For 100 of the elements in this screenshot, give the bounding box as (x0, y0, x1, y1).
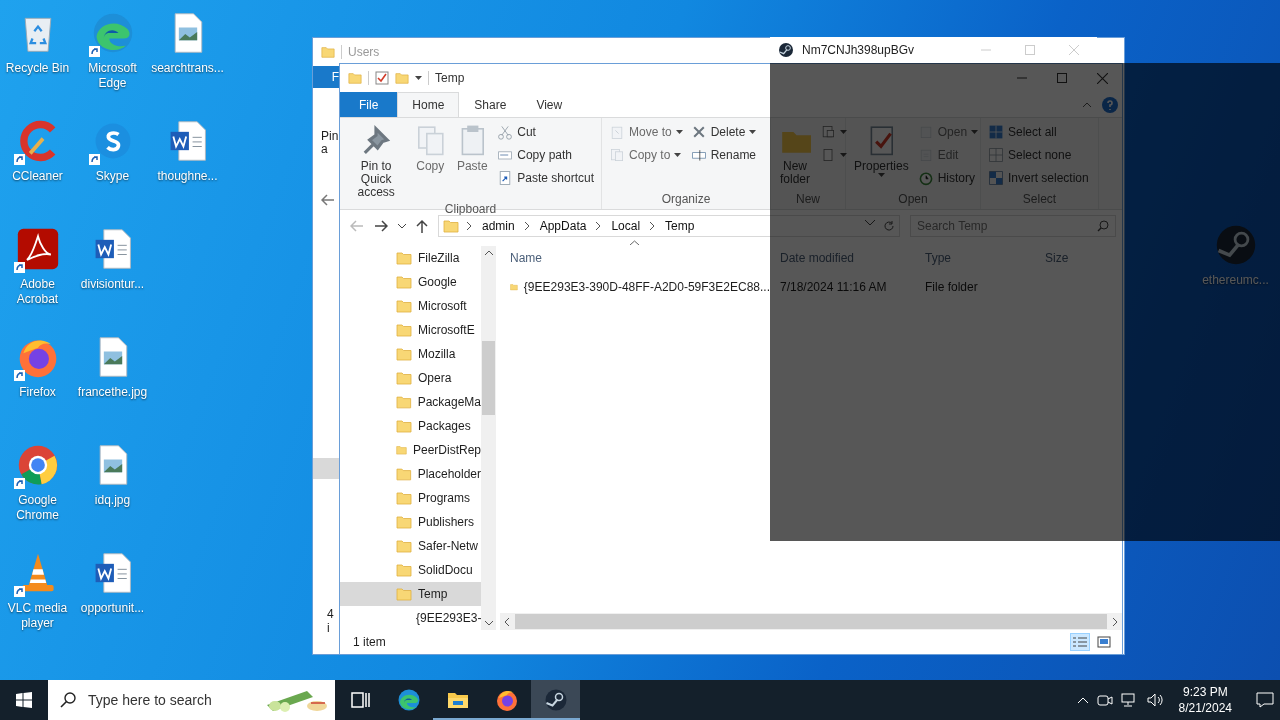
scroll-down-icon[interactable] (484, 621, 493, 626)
nav-tree-item[interactable]: Opera (340, 366, 481, 390)
nav-tree-item[interactable]: Packages (340, 414, 481, 438)
nav-tree-item[interactable]: PackageMa (340, 390, 481, 414)
window-title: Users (348, 45, 380, 59)
folder-icon (396, 274, 412, 290)
ribbon-button[interactable]: Paste shortcut (494, 167, 597, 189)
breadcrumb[interactable]: AppData (537, 219, 589, 233)
group-label: Organize (660, 192, 712, 208)
folder-icon (396, 394, 412, 410)
ribbon-button[interactable]: Cut (494, 121, 597, 143)
scroll-up-icon[interactable] (484, 250, 493, 255)
nav-tree-item[interactable]: FileZilla (340, 246, 481, 270)
nav-tree-item[interactable]: Publishers (340, 510, 481, 534)
caret-icon (840, 130, 847, 134)
nav-tree-item[interactable]: Microsoft (340, 294, 481, 318)
folder-icon (396, 514, 412, 530)
scroll-right-icon[interactable] (1113, 617, 1118, 626)
collapse-icon[interactable] (1082, 101, 1092, 108)
caret-icon (749, 130, 757, 134)
ribbon-tab[interactable]: View (521, 92, 578, 117)
breadcrumb[interactable]: admin (480, 219, 517, 233)
nav-tree-item[interactable]: Safer-Netw (340, 534, 481, 558)
copy-to-icon (609, 147, 625, 163)
maximize-icon[interactable] (1057, 73, 1067, 83)
invert-selection-icon (988, 170, 1004, 186)
page-icon (820, 147, 836, 163)
ribbon-button[interactable]: Rename (687, 144, 760, 166)
chevron-down-icon[interactable] (398, 223, 406, 229)
windows-start-icon[interactable] (16, 692, 32, 708)
new-item-icon (820, 124, 836, 140)
breadcrumb[interactable]: Local (609, 219, 643, 233)
clock[interactable]: 9:23 PM 8/21/2024 (1172, 684, 1238, 716)
forward-arrow-icon[interactable] (374, 220, 388, 232)
caret-icon (877, 173, 885, 177)
nav-tree-item[interactable]: SolidDocu (340, 558, 481, 582)
nav-tree-item[interactable]: Programs (340, 486, 481, 510)
breadcrumb[interactable]: Temp (663, 219, 697, 233)
chevron-right-icon (524, 222, 530, 230)
folder-icon (396, 562, 412, 578)
back-arrow-icon[interactable] (321, 194, 335, 206)
nav-tree-item[interactable]: Google (340, 270, 481, 294)
search-icon (60, 692, 76, 708)
folder-icon (348, 71, 362, 85)
ribbon-button[interactable]: Delete (687, 121, 760, 143)
properties-icon[interactable] (375, 71, 389, 85)
folder-icon (396, 250, 412, 266)
close-icon[interactable] (1097, 72, 1108, 84)
column-header[interactable]: Name (500, 246, 770, 270)
select-all-icon (988, 124, 1004, 140)
nav-tree-item[interactable]: MicrosoftE (340, 318, 481, 342)
table-cell-text: File folder (924, 280, 979, 294)
folder-icon (396, 466, 412, 482)
volume-icon[interactable] (1146, 693, 1165, 707)
nav-tree-item[interactable]: {9EE293E3- (340, 606, 481, 630)
chevron-right-icon (467, 222, 472, 230)
folder-icon (396, 346, 412, 362)
details-view-button[interactable] (1070, 633, 1090, 651)
nav-tree-item[interactable]: Placeholder (340, 462, 481, 486)
nav-tree-item[interactable]: PeerDistRep (340, 438, 481, 462)
up-arrow-icon[interactable] (416, 219, 428, 233)
window-title: Nm7CNJh398upBGv (802, 43, 915, 57)
taskbar-app-button[interactable] (531, 680, 580, 720)
scroll-thumb[interactable] (482, 341, 495, 415)
move-icon (609, 124, 625, 140)
folder-icon (396, 298, 412, 314)
caret-icon (971, 130, 979, 134)
scroll-thumb[interactable] (515, 614, 1107, 629)
game-logo-icon (778, 42, 794, 58)
table-cell-text: 7/18/2024 11:16 AM (779, 280, 888, 294)
pdf-logo-icon (15, 227, 60, 271)
folder-icon (396, 418, 412, 434)
scrollbar[interactable] (481, 246, 496, 630)
folder-icon (396, 538, 412, 554)
ribbon-tab[interactable]: File (340, 92, 398, 117)
ribbon-button[interactable]: Pin to Quick access (344, 121, 409, 202)
caret-icon (674, 153, 682, 157)
caret-icon (675, 130, 683, 134)
folder-icon (443, 218, 459, 234)
ribbon-tab[interactable]: Home (397, 92, 460, 117)
camera-icon[interactable] (1096, 693, 1113, 707)
scroll-left-icon[interactable] (504, 617, 509, 626)
nav-highlight (313, 458, 339, 479)
notifications-icon[interactable] (1256, 692, 1274, 708)
ribbon-tab[interactable]: Share (459, 92, 522, 117)
folder-icon (396, 586, 412, 602)
select-none-icon (988, 147, 1004, 163)
scrollbar[interactable] (500, 613, 1122, 630)
ribbon-button[interactable]: Copy path (494, 144, 597, 166)
taskbar-search-field[interactable]: Type here to search (48, 680, 335, 720)
refresh-icon[interactable] (883, 220, 895, 232)
caret-icon (415, 76, 422, 80)
chevron-up-icon[interactable] (1076, 696, 1089, 704)
file-name-cell[interactable]: {9EE293E3-390D-48FF-A2D0-59F3E2EC88... (500, 279, 770, 295)
folder-icon (395, 71, 409, 85)
ribbon-tab[interactable]: F (313, 66, 339, 88)
nav-tree-item[interactable]: Temp (340, 582, 481, 606)
address-field[interactable]: admin AppData Local Temp (438, 215, 900, 237)
large-icons-view-button[interactable] (1094, 633, 1114, 651)
nav-tree-item[interactable]: Mozilla (340, 342, 481, 366)
